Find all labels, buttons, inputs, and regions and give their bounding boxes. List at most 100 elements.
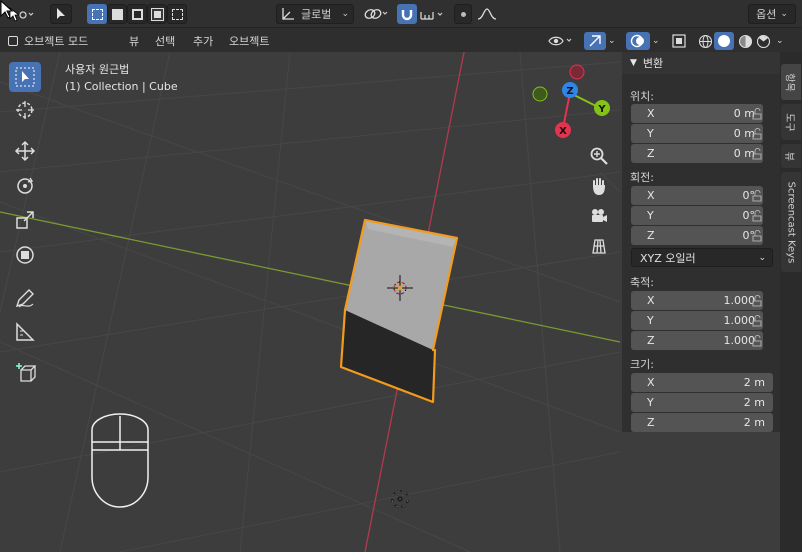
visibility-dropdown[interactable]	[548, 32, 574, 50]
zoom-view-button[interactable]	[586, 143, 612, 169]
eye-icon	[548, 36, 572, 46]
camera-view-button[interactable]	[586, 203, 612, 229]
pan-view-button[interactable]	[586, 173, 612, 199]
lock-icon[interactable]	[752, 210, 766, 222]
select-subtract-button[interactable]	[127, 4, 147, 24]
rotation-mode-dropdown[interactable]: XYZ 오일러 ⌄	[631, 248, 773, 267]
object-mode-icon	[8, 36, 18, 46]
menu-select[interactable]: 선택	[155, 32, 175, 50]
location-z-field[interactable]: Z0 m	[631, 144, 763, 163]
overlay-dropdown[interactable]: ⌄	[652, 32, 660, 50]
rendered-sphere-icon	[756, 34, 771, 48]
select-extend-button[interactable]	[107, 4, 127, 24]
shading-wireframe-button[interactable]	[698, 32, 713, 50]
mouse-pointer-icon	[0, 0, 14, 19]
select-tool-button[interactable]	[50, 4, 72, 24]
overlay-toggle-button[interactable]	[626, 32, 650, 50]
tool-select-box[interactable]	[9, 62, 41, 92]
xray-toggle-button[interactable]	[672, 32, 686, 50]
navigation-gizmo[interactable]: Z Y X	[527, 62, 617, 152]
shading-dropdown[interactable]: ⌄	[776, 32, 784, 50]
transform-panel-header[interactable]: ▼ 변환	[622, 52, 780, 74]
location-x-field[interactable]: X0 m	[631, 104, 763, 123]
proportional-editing-button[interactable]	[454, 4, 472, 24]
snap-increment-icon	[420, 12, 443, 20]
snap-toggle-button[interactable]	[397, 4, 417, 24]
select-invert-button[interactable]	[147, 4, 167, 24]
falloff-dropdown[interactable]	[474, 4, 500, 24]
snap-target-dropdown[interactable]	[418, 4, 448, 24]
tool-move[interactable]	[9, 136, 41, 166]
tab-label: 항목	[783, 72, 795, 92]
field-value: 1.000	[723, 334, 756, 347]
select-extend-icon	[111, 8, 123, 20]
tab-tool[interactable]: 도구	[781, 104, 801, 140]
location-y-field[interactable]: Y0 m	[631, 124, 763, 143]
axis-label: Y	[647, 209, 654, 222]
y-axis-line	[0, 211, 621, 343]
object-mode-dropdown[interactable]: 오브젝트 모드	[8, 32, 88, 50]
grid-perspective-icon	[592, 239, 606, 254]
select-box-mode-button[interactable]	[87, 4, 107, 24]
pivot-point-dropdown[interactable]	[360, 4, 392, 24]
axis-label: Y	[647, 396, 654, 409]
tool-annotate[interactable]	[9, 283, 41, 313]
tool-rotate[interactable]	[9, 171, 41, 201]
lock-icon[interactable]	[752, 108, 766, 120]
tool-cursor[interactable]	[9, 95, 41, 125]
object-mode-label: 오브젝트 모드	[24, 35, 89, 48]
dimensions-x-field[interactable]: X 2 m	[631, 373, 773, 392]
lock-icon[interactable]	[752, 230, 766, 242]
lock-icon[interactable]	[752, 148, 766, 160]
options-dropdown[interactable]: 옵션 ⌄	[748, 4, 796, 24]
tab-item[interactable]: 항목	[781, 64, 801, 100]
overlay-icon	[630, 34, 644, 48]
scale-icon	[16, 211, 34, 229]
gizmo-dropdown[interactable]: ⌄	[608, 32, 616, 50]
shading-rendered-button[interactable]	[756, 32, 771, 50]
menu-add[interactable]: 추가	[193, 32, 213, 50]
menu-object[interactable]: 오브젝트	[229, 32, 269, 50]
tool-add-cube[interactable]	[9, 358, 41, 388]
scale-x-field[interactable]: X 1.000	[631, 291, 763, 310]
scale-y-field[interactable]: Y 1.000	[631, 311, 763, 330]
axis-label: X	[647, 294, 655, 307]
shading-solid-button[interactable]	[714, 32, 734, 50]
tab-view[interactable]: 뷰	[781, 144, 801, 168]
zoom-icon	[590, 147, 608, 165]
transform-orientation-dropdown[interactable]: 글로벌 ⌄	[276, 4, 354, 24]
lock-icon[interactable]	[752, 295, 766, 307]
transform-orientation-label: 글로벌	[301, 8, 332, 21]
active-collection-label: (1) Collection | Cube	[65, 80, 178, 93]
tool-measure[interactable]	[9, 317, 41, 347]
scale-z-field[interactable]: Z 1.000	[631, 331, 763, 350]
magnet-icon	[401, 10, 413, 21]
dimensions-z-field[interactable]: Z 2 m	[631, 413, 773, 432]
tab-screencast-keys[interactable]: Screencast Keys	[781, 172, 801, 272]
gizmo-toggle-button[interactable]	[584, 32, 606, 50]
field-value: 2 m	[743, 396, 765, 409]
tool-transform[interactable]	[9, 240, 41, 270]
solid-sphere-icon	[718, 35, 730, 47]
svg-text:X: X	[559, 126, 567, 137]
lock-icon[interactable]	[752, 335, 766, 347]
ortho-toggle-button[interactable]	[586, 233, 612, 259]
collapse-arrow-icon: ▼	[630, 58, 637, 68]
shading-material-button[interactable]	[738, 32, 753, 50]
rotation-x-field[interactable]: X 0°	[631, 186, 763, 205]
menu-view[interactable]: 뷰	[129, 32, 139, 50]
link-pivot-icon	[364, 9, 388, 19]
rotation-y-field[interactable]: Y 0°	[631, 206, 763, 225]
lock-icon[interactable]	[752, 128, 766, 140]
select-intersect-button[interactable]	[167, 4, 187, 24]
tool-scale[interactable]	[9, 205, 41, 235]
lock-icon[interactable]	[752, 315, 766, 327]
cube-object	[339, 218, 459, 404]
axis-label: X	[647, 189, 655, 202]
hand-icon	[593, 178, 606, 196]
axis-label: X	[647, 376, 655, 389]
lock-icon[interactable]	[752, 190, 766, 202]
rotation-z-field[interactable]: Z 0°	[631, 226, 763, 245]
dimensions-y-field[interactable]: Y 2 m	[631, 393, 773, 412]
global-axes-icon	[282, 8, 294, 20]
